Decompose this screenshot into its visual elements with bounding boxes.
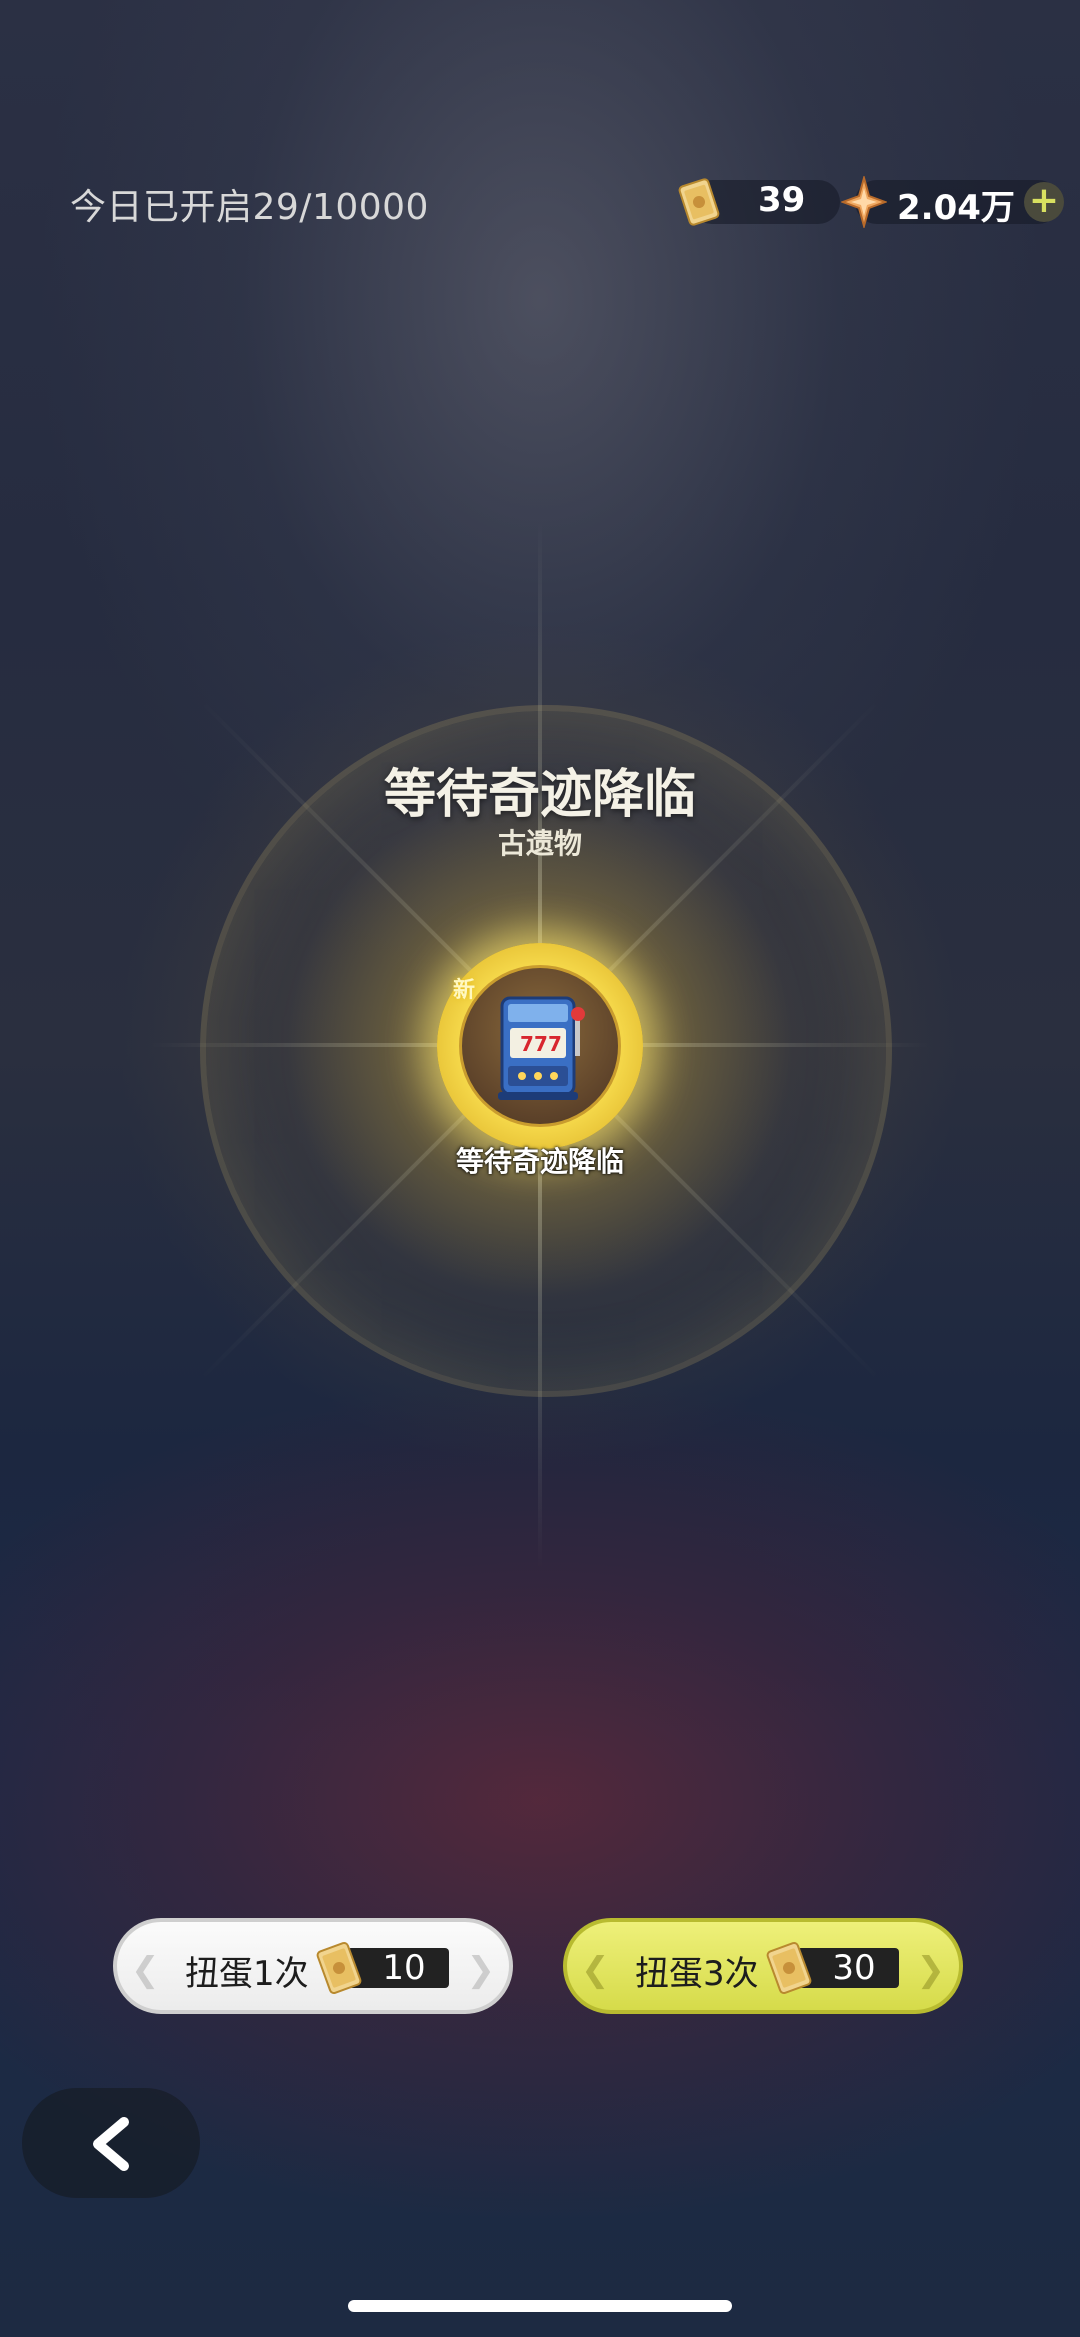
gem-count: 2.04万 xyxy=(897,188,1015,228)
pull-three-button[interactable]: ❮ 扭蛋3次 30 ❯ xyxy=(563,1918,963,2014)
slot-machine-icon: 7 7 7 xyxy=(498,996,585,1100)
ticket-icon xyxy=(766,1941,812,1995)
star-gem-icon xyxy=(841,176,887,228)
opened-today-counter: 今日已开启29/10000 xyxy=(70,187,429,228)
button-decoration: ❯ xyxy=(466,1950,496,1990)
chevron-left-icon xyxy=(93,2117,129,2171)
ticket-count: 39 xyxy=(758,180,806,220)
pull-one-label: 扭蛋1次 xyxy=(185,1954,309,1994)
gacha-screen: 今日已开启29/10000 39 2.04万 + 等待奇迹降临 古遗物 7 7 … xyxy=(0,0,1080,2337)
svg-text:7: 7 xyxy=(534,1032,548,1056)
pull-one-button[interactable]: ❮ 扭蛋1次 10 ❯ xyxy=(113,1918,513,2014)
gem-currency[interactable]: 2.04万 + xyxy=(841,176,1064,228)
button-decoration: ❮ xyxy=(581,1950,610,1990)
item-name: 等待奇迹降临 xyxy=(455,1145,624,1178)
button-decoration: ❮ xyxy=(131,1950,160,1990)
pull-three-label: 扭蛋3次 xyxy=(635,1954,759,1994)
item-portrait: 7 7 7 xyxy=(459,965,621,1127)
home-indicator[interactable] xyxy=(348,2300,732,2312)
ticket-icon xyxy=(678,178,720,226)
result-category: 古遗物 xyxy=(497,827,582,860)
result-title: 等待奇迹降临 xyxy=(383,765,696,825)
new-badge: 新 xyxy=(453,978,476,1003)
back-button[interactable] xyxy=(22,2088,200,2198)
ticket-currency[interactable]: 39 xyxy=(678,178,840,226)
add-gem-button[interactable]: + xyxy=(1024,182,1064,222)
svg-text:7: 7 xyxy=(520,1032,534,1056)
svg-text:7: 7 xyxy=(548,1032,562,1056)
ticket-icon xyxy=(316,1941,362,1995)
button-decoration: ❯ xyxy=(916,1950,946,1990)
